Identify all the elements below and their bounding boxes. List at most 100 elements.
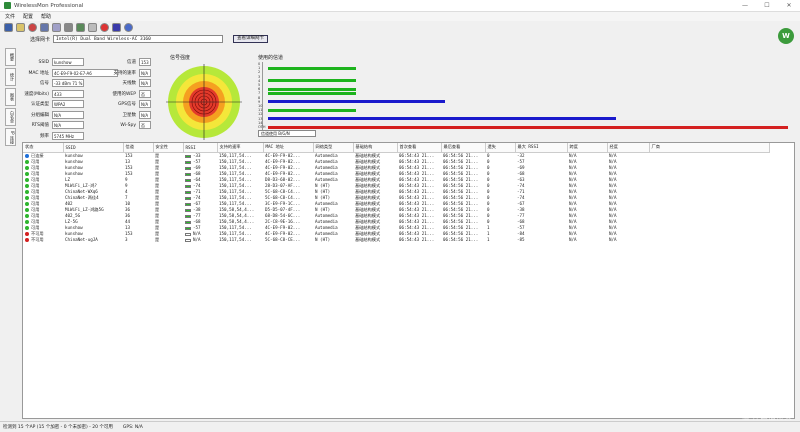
info-value: kunshow [52, 58, 84, 67]
info-label: 使用的WEP [112, 91, 136, 97]
window-title: WirelessMon Professional [14, 2, 84, 9]
info-value: -33 dBm 71 % [52, 79, 84, 88]
info-label: 信道 [127, 60, 136, 66]
info-value: 否 [139, 89, 151, 98]
info-value: N/A [139, 110, 151, 119]
table-cell: ChinaNet-ugJA [65, 237, 98, 242]
status-dot-icon [25, 183, 29, 188]
channel-bar-1 [268, 66, 357, 70]
info-value: N/A [139, 68, 151, 77]
toolbar [0, 21, 800, 33]
column-header[interactable]: 支持的速率 [217, 143, 264, 153]
column-header[interactable]: 经度 [607, 143, 650, 153]
table-row[interactable]: 不可用 ChinaNet-ugJA 3 是 N/A 150,117,54... 5C-68-… [23, 237, 769, 243]
print-icon[interactable] [64, 22, 73, 32]
rssi-bar-icon [185, 226, 191, 230]
info-value: N/A [139, 100, 151, 109]
adapter-select[interactable]: Intel(R) Dual Band Wireless-AC 3160 [53, 35, 224, 43]
menu-help[interactable]: 帮助 [41, 13, 51, 20]
refresh-icon[interactable] [76, 22, 85, 32]
rssi-bar-icon [185, 154, 191, 158]
menu-file[interactable]: 文件 [5, 13, 15, 20]
export-icon[interactable] [52, 22, 61, 32]
column-header[interactable]: 信道 [123, 143, 154, 153]
info-label: Wi-Spy [120, 122, 136, 128]
table-cell: 06:54:43 21... [399, 237, 435, 242]
open-icon[interactable] [16, 22, 25, 32]
tab-summary[interactable]: 概要 [5, 48, 16, 66]
column-header[interactable]: 厂商 [649, 143, 770, 153]
tab-stats[interactable]: 统计 [5, 68, 16, 86]
table-cell: 150,117,54... [219, 237, 252, 242]
record-icon[interactable] [28, 22, 37, 32]
save-icon[interactable] [4, 22, 13, 32]
column-header[interactable]: 遗失 [485, 143, 516, 153]
column-header[interactable]: 最大 RSSI [515, 143, 568, 153]
maximize-icon[interactable]: ☐ [756, 2, 778, 9]
status-dot-icon [25, 171, 29, 176]
column-header[interactable]: 网络类型 [313, 143, 354, 153]
table-cell: -85 [517, 237, 525, 242]
rssi-bar-icon [185, 196, 191, 200]
minimize-icon[interactable]: — [734, 2, 756, 9]
info-label: 认证类型 [31, 102, 49, 108]
info-label: 分组编辑 [31, 112, 49, 118]
column-header[interactable]: 安全性 [153, 143, 184, 153]
ap-count-status: 检测到 15 个AP (15 个加密 - 0 个未加密) - 20 个可用 [3, 425, 113, 430]
rssi-bar-icon [185, 208, 191, 212]
status-dot-icon [25, 225, 29, 230]
status-dot-icon [25, 231, 29, 236]
rssi-bar-icon [185, 190, 191, 194]
menu-bar: 文件 配置 帮助 [0, 12, 800, 21]
status-dot-icon [25, 213, 29, 218]
gps-status: GPS: N/A [122, 424, 143, 430]
table-cell: 基础结构模式 [355, 236, 381, 242]
status-dot-icon [25, 159, 29, 164]
column-header[interactable]: RSSI [183, 143, 218, 153]
table-cell: 5C-68-C8-CE... [265, 237, 301, 242]
close-icon[interactable]: ✕ [778, 2, 800, 9]
settings-icon[interactable] [88, 22, 97, 32]
info-value: WPA2 [52, 100, 84, 109]
app-icon [4, 2, 11, 9]
info-value: N/A [52, 121, 84, 130]
column-header[interactable]: 首次查看 [397, 143, 442, 153]
play-icon[interactable] [112, 22, 121, 32]
status-dot-icon [25, 195, 29, 200]
column-header[interactable]: 最后查看 [441, 143, 486, 153]
channel-tick-label: OTH [258, 125, 266, 129]
tab-ip-connections[interactable]: IP 连接 [5, 128, 16, 146]
info-panel-2: 信道 153 支持的速率 N/A 天线数 N/A 使用的WEP 否 GPS信号 N/A 卫… [112, 57, 160, 131]
menu-config[interactable]: 配置 [23, 13, 33, 20]
status-dot-icon [25, 219, 29, 224]
stop-icon[interactable] [100, 22, 109, 32]
rssi-bar-icon [185, 220, 191, 224]
column-header[interactable]: 状态 [23, 143, 64, 153]
column-header[interactable]: 基础结构 [353, 143, 398, 153]
info-value: N/A [52, 110, 84, 119]
info-label: 卫星数 [122, 112, 137, 118]
rssi-bar-icon [185, 172, 191, 176]
info-label: RTS阈值 [31, 123, 49, 129]
column-header[interactable]: 跨度 [567, 143, 608, 153]
column-header[interactable]: SSID [63, 143, 124, 153]
rssi-bar-icon [185, 202, 191, 206]
channel-usage-chart: 0 1 2 3 4 5 6 7 8 9 10 11 12 13 14 OTH [258, 62, 792, 132]
info-value: N/A [139, 79, 151, 88]
ap-table: 状态 SSID 信道 安全性 RSSI 支持的速率 MAC 地址 网络类型 基础结构 首次查看 最后… [22, 142, 795, 419]
info-value: 153 [139, 58, 151, 67]
status-dot-icon [25, 165, 29, 170]
help-icon[interactable] [124, 22, 133, 32]
rssi-bar-icon [185, 232, 191, 236]
tab-whitelist[interactable]: 白名单 [5, 108, 16, 126]
rssi-bar-icon [185, 184, 191, 188]
table-cell: 是 [155, 236, 160, 242]
channel-band-select[interactable]: 信道使用 B/G/N [258, 130, 316, 137]
channel-bar-7 [268, 91, 357, 95]
adapter-details-button[interactable]: 查看详细网卡 [233, 35, 269, 43]
column-header[interactable]: MAC 地址 [263, 143, 314, 153]
adapter-label: 选择网卡 [30, 36, 51, 43]
tab-graph[interactable]: 图表 [5, 88, 16, 106]
table-cell: 06:54:56 21... [443, 237, 479, 242]
log-icon[interactable] [40, 22, 49, 32]
